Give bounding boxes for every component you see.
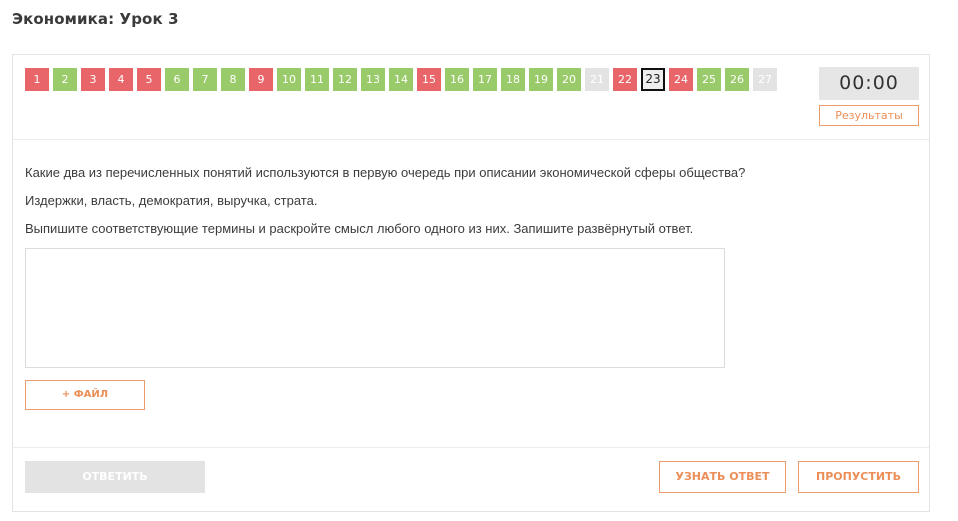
card-header: 1 2 3 4 5 6 7 8 9 10 11 12 13 14 15 16 17 18 19 20 21 22 23 24 2… (13, 55, 929, 140)
answer-textarea[interactable] (25, 248, 725, 368)
question-nav-item[interactable]: 12 (333, 68, 357, 91)
question-nav-item[interactable]: 6 (165, 68, 189, 91)
question-nav-item[interactable]: 14 (389, 68, 413, 91)
add-file-button[interactable]: + ФАЙЛ (25, 380, 145, 410)
question-nav-item[interactable]: 27 (753, 68, 777, 91)
question-nav-item[interactable]: 17 (473, 68, 497, 91)
question-nav-item[interactable]: 21 (585, 68, 609, 91)
card-footer: ОТВЕТИТЬ УЗНАТЬ ОТВЕТ ПРОПУСТИТЬ (13, 447, 929, 512)
reveal-answer-button[interactable]: УЗНАТЬ ОТВЕТ (659, 461, 786, 493)
page-title: Экономика: Урок 3 (12, 10, 179, 28)
question-nav-item[interactable]: 19 (529, 68, 553, 91)
question-nav-item[interactable]: 5 (137, 68, 161, 91)
question-nav-item[interactable]: 2 (53, 68, 77, 91)
question-nav-item[interactable]: 1 (25, 68, 49, 91)
question-prompt: Какие два из перечисленных понятий испол… (25, 165, 746, 180)
question-nav-item[interactable]: 25 (697, 68, 721, 91)
question-nav-item[interactable]: 16 (445, 68, 469, 91)
question-nav-item[interactable]: 18 (501, 68, 525, 91)
timer: 00:00 (819, 67, 919, 100)
question-nav-item[interactable]: 10 (277, 68, 301, 91)
question-nav-item[interactable]: 24 (669, 68, 693, 91)
results-button[interactable]: Результаты (819, 105, 919, 126)
question-nav-item[interactable]: 7 (193, 68, 217, 91)
question-nav-item[interactable]: 15 (417, 68, 441, 91)
skip-button[interactable]: ПРОПУСТИТЬ (798, 461, 919, 493)
question-navigation: 1 2 3 4 5 6 7 8 9 10 11 12 13 14 15 16 17 18 19 20 21 22 23 24 2… (25, 68, 781, 92)
question-nav-item[interactable]: 3 (81, 68, 105, 91)
lesson-card: 1 2 3 4 5 6 7 8 9 10 11 12 13 14 15 16 17 18 19 20 21 22 23 24 2… (12, 54, 930, 512)
question-nav-item[interactable]: 9 (249, 68, 273, 91)
question-nav-item[interactable]: 4 (109, 68, 133, 91)
question-instruction: Выпишите соответствующие термины и раскр… (25, 221, 694, 236)
question-nav-item[interactable]: 26 (725, 68, 749, 91)
question-nav-item[interactable]: 11 (305, 68, 329, 91)
submit-answer-button[interactable]: ОТВЕТИТЬ (25, 461, 205, 493)
question-options: Издержки, власть, демократия, выручка, с… (25, 193, 318, 208)
question-nav-item[interactable]: 22 (613, 68, 637, 91)
question-nav-item[interactable]: 8 (221, 68, 245, 91)
question-nav-item[interactable]: 20 (557, 68, 581, 91)
question-nav-item-current[interactable]: 23 (641, 68, 665, 91)
question-nav-item[interactable]: 13 (361, 68, 385, 91)
